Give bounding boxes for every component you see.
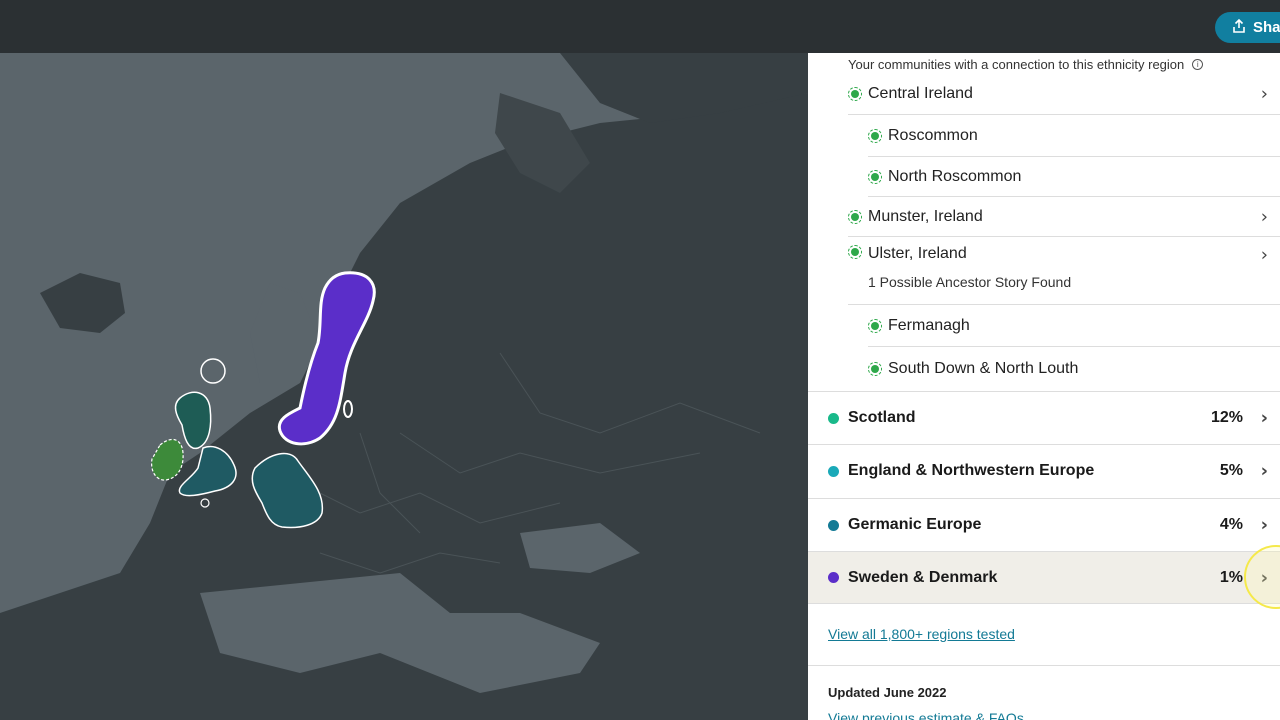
updated-date: Updated June 2022 (828, 685, 947, 700)
community-dot-icon (848, 209, 862, 224)
community-north-roscommon[interactable]: North Roscommon (868, 157, 1280, 197)
map-svg (0, 53, 808, 720)
chevron-right-icon: › (1260, 206, 1268, 227)
ethnicity-row-scotland[interactable]: Scotland 12% › (808, 391, 1280, 444)
community-dot-icon (848, 245, 862, 259)
community-dot-icon (848, 86, 862, 101)
chevron-right-icon: › (1260, 407, 1268, 429)
ethnicity-row-germanic[interactable]: Germanic Europe 4% › (808, 498, 1280, 551)
chevron-right-icon: › (1260, 83, 1268, 104)
ethnicity-color-dot (828, 465, 839, 477)
top-bar: Sha (0, 0, 1280, 53)
chevron-right-icon: › (1260, 244, 1268, 266)
communities-header: Your communities with a connection to th… (848, 57, 1204, 72)
ethnicity-name: England & Northwestern Europe (848, 462, 1095, 479)
ethnicity-percent: 4% (1219, 516, 1243, 533)
ethnicity-percent: 12% (1210, 409, 1243, 426)
community-roscommon[interactable]: Roscommon (868, 115, 1280, 157)
community-munster[interactable]: Munster, Ireland › (848, 197, 1280, 237)
community-label: Roscommon (888, 126, 978, 144)
ethnicity-map[interactable] (0, 53, 808, 720)
community-central-ireland[interactable]: Central Ireland › (848, 73, 1280, 115)
ethnicity-name: Germanic Europe (848, 516, 982, 533)
community-dot-icon (868, 318, 882, 333)
info-icon[interactable]: i (1192, 59, 1204, 70)
chevron-right-icon: › (1260, 514, 1268, 536)
community-label: South Down & North Louth (888, 360, 1079, 377)
section-divider (808, 665, 1280, 666)
community-dot-icon (868, 128, 882, 143)
community-label: Ulster, Ireland (868, 245, 967, 262)
ethnicity-color-dot (828, 572, 839, 583)
ancestor-story-note[interactable]: 1 Possible Ancestor Story Found (868, 274, 1071, 290)
community-ulster[interactable]: Ulster, Ireland › (848, 237, 1280, 305)
community-dot-icon (868, 169, 882, 184)
ethnicity-color-dot (828, 412, 839, 424)
share-label: Sha (1253, 19, 1280, 36)
community-dot-icon (868, 362, 882, 376)
ethnicity-row-sweden-denmark[interactable]: Sweden & Denmark 1% › (808, 551, 1280, 604)
chevron-right-icon: › (1260, 460, 1268, 482)
ethnicity-percent: 1% (1219, 568, 1243, 586)
previous-estimate-link[interactable]: View previous estimate & FAQs (828, 710, 1024, 720)
ethnicity-name: Scotland (848, 409, 916, 426)
ethnicity-row-england[interactable]: England & Northwestern Europe 5% › (808, 444, 1280, 497)
share-icon (1231, 18, 1247, 38)
view-all-regions-link[interactable]: View all 1,800+ regions tested (828, 626, 1015, 642)
ethnicity-panel: Your communities with a connection to th… (808, 53, 1280, 720)
community-label: North Roscommon (888, 167, 1022, 185)
community-label: Fermanagh (888, 316, 970, 334)
community-south-down[interactable]: South Down & North Louth (868, 347, 1280, 391)
ethnicity-color-dot (828, 519, 839, 531)
community-label: Munster, Ireland (868, 207, 983, 225)
community-fermanagh[interactable]: Fermanagh (868, 305, 1280, 347)
ethnicity-name: Sweden & Denmark (848, 568, 998, 586)
community-label: Central Ireland (868, 84, 973, 102)
communities-header-text: Your communities with a connection to th… (848, 57, 1185, 72)
share-button[interactable]: Sha (1215, 12, 1280, 43)
ethnicity-percent: 5% (1219, 462, 1243, 479)
